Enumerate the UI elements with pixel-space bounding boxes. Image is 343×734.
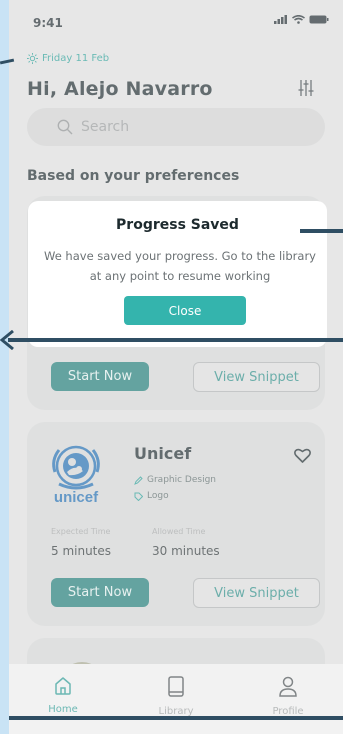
modal-title: Progress Saved bbox=[116, 217, 239, 233]
phone-screen: 9:41 Friday 11 Feb Hi, Alejo Navarro Sea… bbox=[9, 0, 343, 734]
annotation-line bbox=[300, 229, 343, 233]
modal-message: We have saved your progress. Go to the l… bbox=[44, 249, 316, 283]
arrow-left-icon bbox=[0, 330, 14, 350]
modal-overlay[interactable] bbox=[9, 0, 343, 734]
annotation-line bbox=[9, 716, 343, 720]
annotation-line bbox=[8, 338, 343, 342]
progress-saved-modal: Progress Saved We have saved your progre… bbox=[28, 201, 327, 347]
close-button[interactable]: Close bbox=[124, 296, 246, 325]
